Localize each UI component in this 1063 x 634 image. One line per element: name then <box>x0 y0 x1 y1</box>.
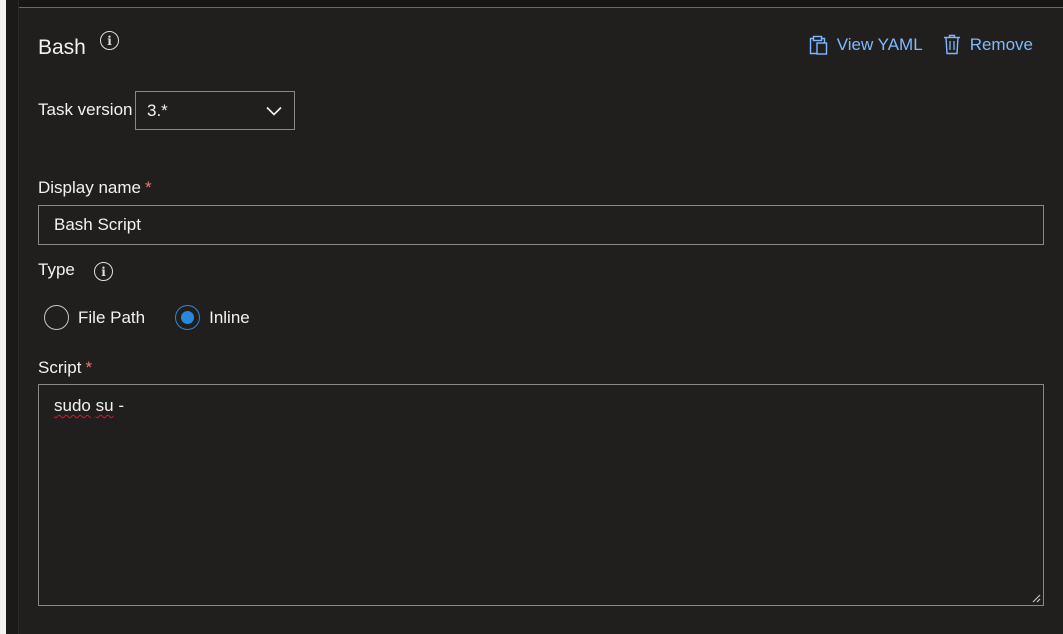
radio-inline[interactable]: Inline <box>175 305 250 330</box>
required-marker: * <box>145 178 152 197</box>
radio-button-checked[interactable] <box>175 305 201 330</box>
info-icon[interactable]: i <box>100 31 119 50</box>
chevron-down-icon <box>266 106 282 116</box>
task-version-label: Task version <box>38 100 133 119</box>
view-yaml-button[interactable]: View YAML <box>809 34 923 55</box>
view-yaml-label: View YAML <box>836 34 923 54</box>
info-icon[interactable]: i <box>94 262 113 281</box>
display-name-label: Display name * <box>38 178 152 198</box>
type-radio-group: File Path Inline <box>44 305 250 330</box>
radio-dot <box>181 311 195 324</box>
display-name-value: Bash Script <box>54 215 141 234</box>
resize-grip-icon[interactable] <box>1031 593 1041 603</box>
script-label: Script * <box>38 358 92 378</box>
script-textarea[interactable]: sudo su - <box>38 384 1044 606</box>
script-word: su <box>95 396 114 415</box>
script-word: sudo <box>54 396 91 415</box>
header-actions: View YAML Remove <box>809 34 1033 55</box>
type-label: Type <box>38 260 75 279</box>
clipboard-icon <box>809 35 827 55</box>
left-edge-panel <box>6 0 19 634</box>
radio-file-path-label: File Path <box>78 307 146 327</box>
remove-label: Remove <box>969 34 1033 54</box>
trash-icon <box>943 34 960 55</box>
task-version-value: 3.* <box>147 100 168 120</box>
radio-button-unchecked[interactable] <box>44 305 69 330</box>
task-title: Bash <box>38 36 86 59</box>
task-editor-page: Bash i View YAML Remove Task version 3.* <box>0 0 1063 634</box>
top-bar <box>0 0 1063 8</box>
script-word: - <box>118 396 124 415</box>
display-name-label-text: Display name <box>38 178 141 197</box>
script-label-text: Script <box>38 358 82 377</box>
radio-file-path[interactable]: File Path <box>44 305 145 330</box>
radio-inline-label: Inline <box>209 307 250 327</box>
task-version-select[interactable]: 3.* <box>135 91 295 130</box>
display-name-input[interactable]: Bash Script <box>38 205 1044 245</box>
remove-button[interactable]: Remove <box>943 34 1033 55</box>
required-marker: * <box>85 358 93 377</box>
